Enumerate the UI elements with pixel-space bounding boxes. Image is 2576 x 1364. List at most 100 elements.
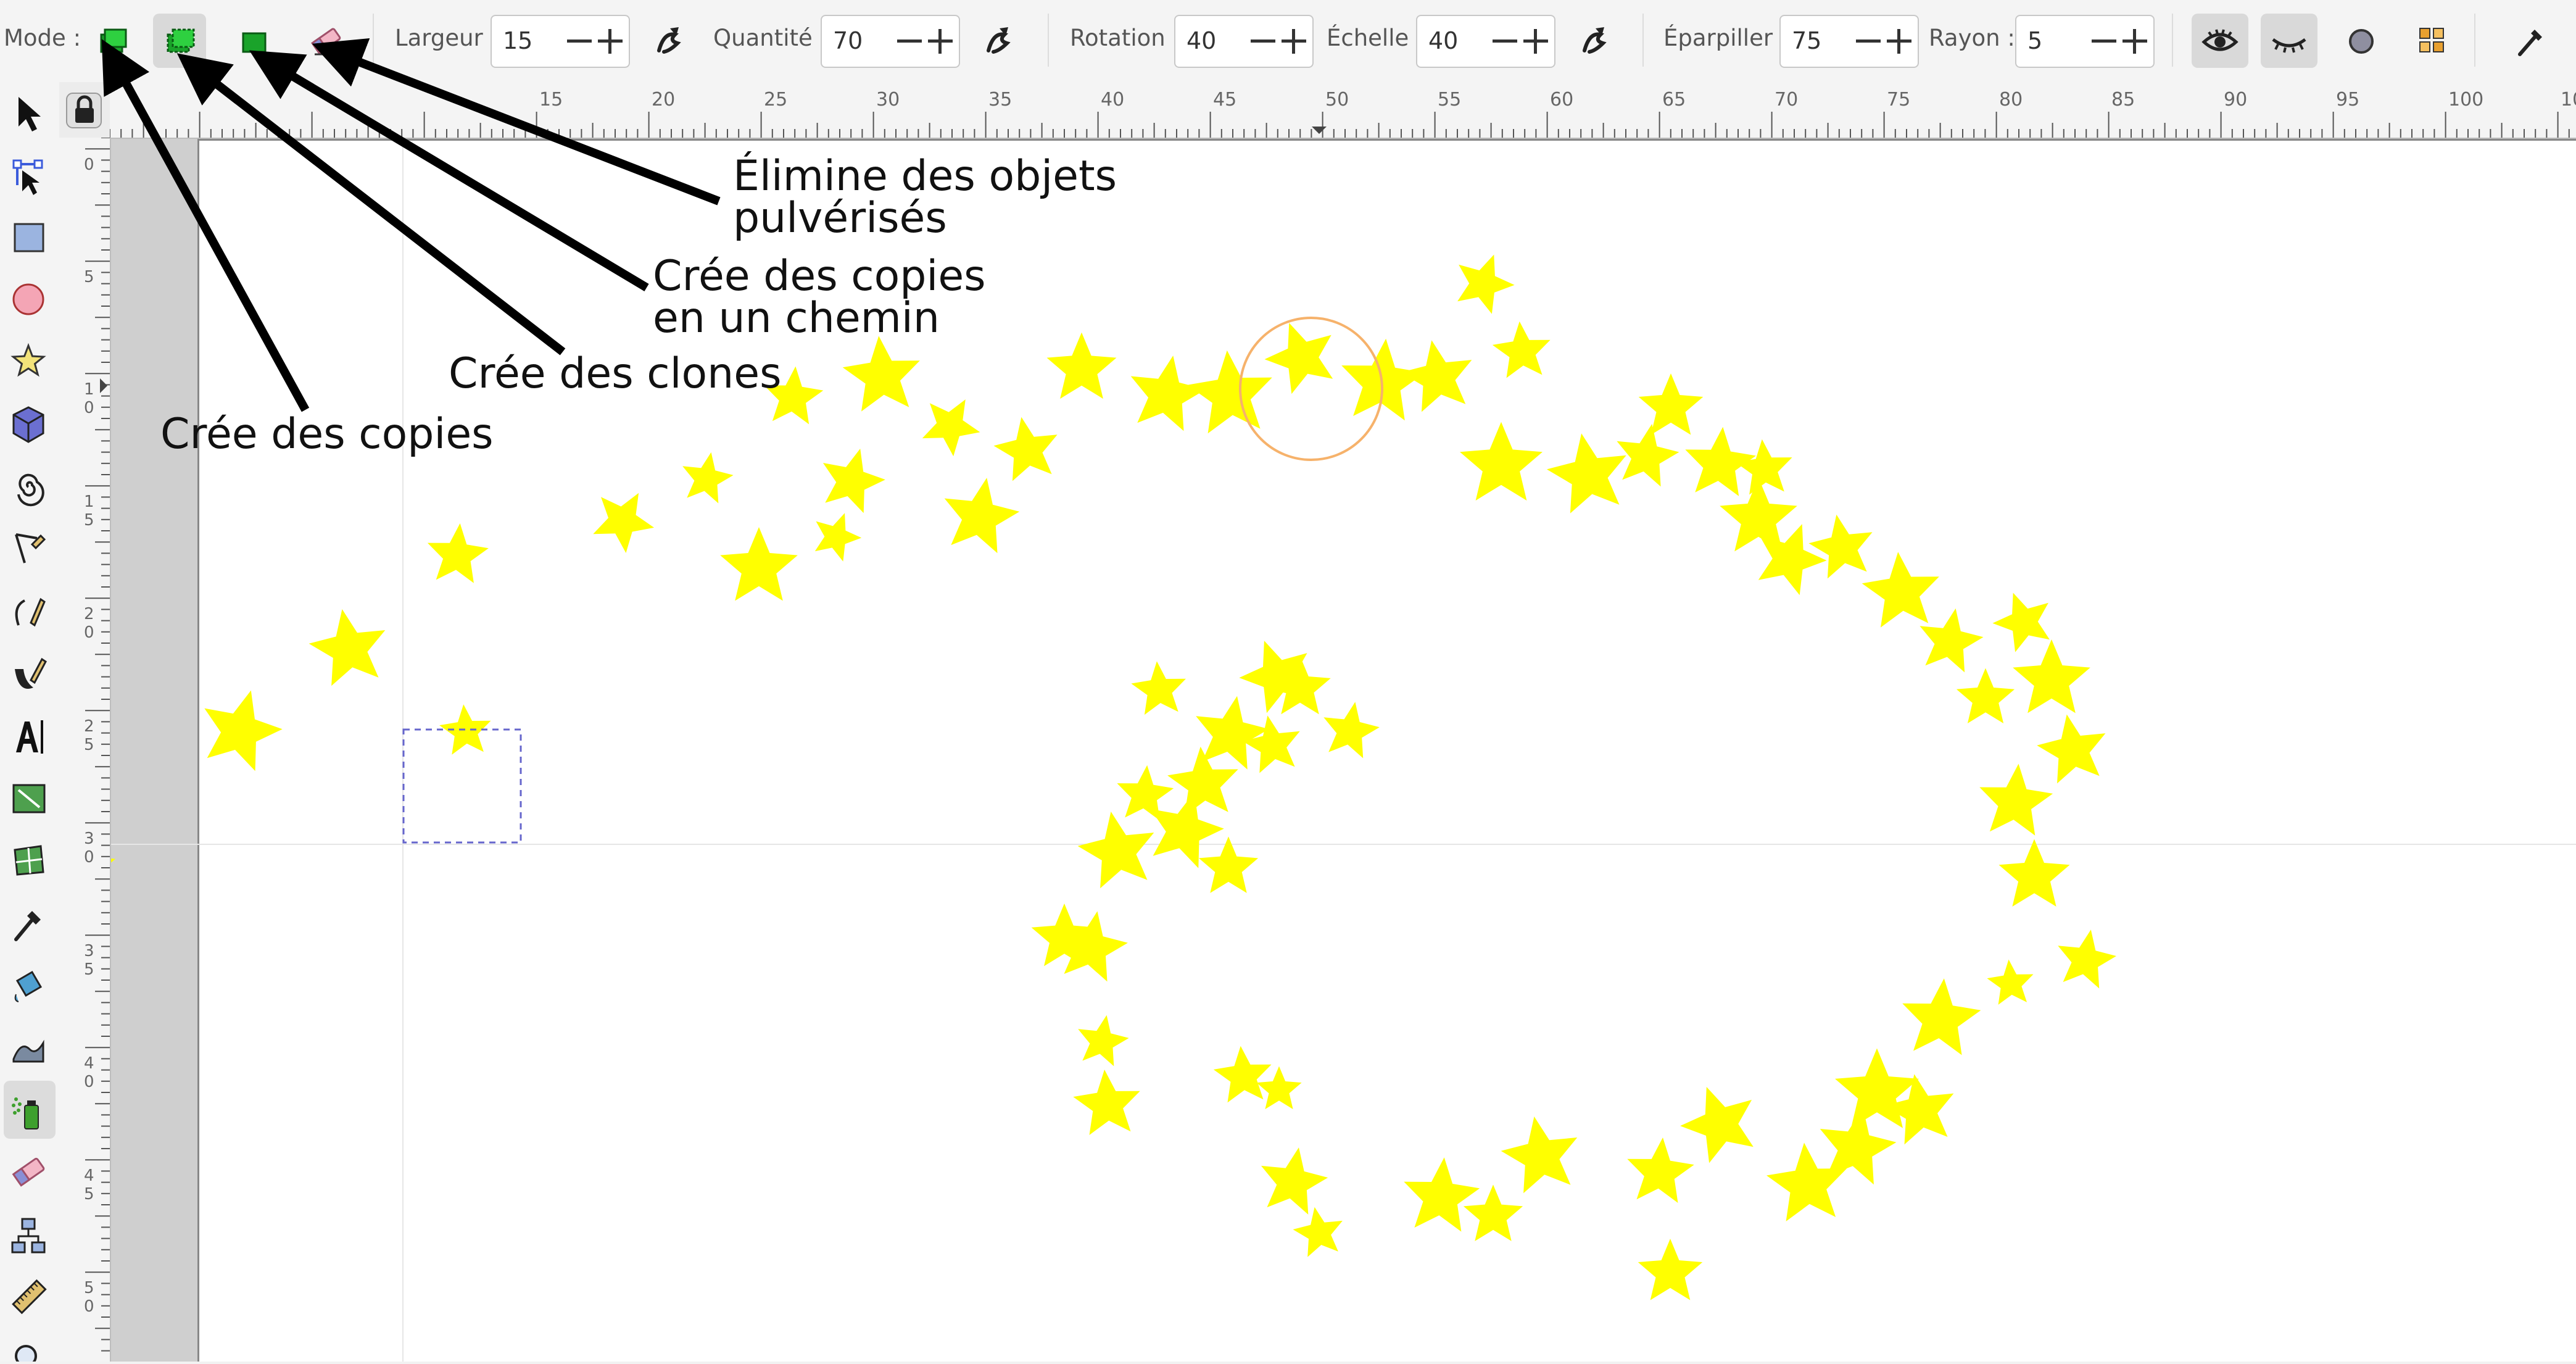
sprayed-star[interactable] xyxy=(2037,714,2106,784)
spiral-icon[interactable] xyxy=(17,473,44,507)
scale-pressure-toggle[interactable] xyxy=(1571,14,1620,68)
radius-increment-button[interactable] xyxy=(2123,29,2147,54)
sprayed-star[interactable] xyxy=(1073,1070,1140,1135)
sprayed-star[interactable] xyxy=(1187,350,1272,434)
sprayed-star[interactable] xyxy=(1735,439,1792,495)
sprayed-star[interactable] xyxy=(593,493,655,553)
vertical-ruler[interactable]: 05101520253035404550 xyxy=(59,138,111,1362)
sprayed-star[interactable] xyxy=(1638,373,1704,435)
rotation-decrement-button[interactable] xyxy=(1251,40,1275,43)
sprayed-star[interactable] xyxy=(1077,812,1154,889)
include-hidden-toggle[interactable] xyxy=(2261,14,2317,68)
scale-increment-button[interactable] xyxy=(1523,29,1548,54)
sprayed-star[interactable] xyxy=(1979,763,2053,836)
sprayed-star[interactable] xyxy=(1261,1147,1328,1215)
sprayed-star[interactable] xyxy=(1046,332,1117,399)
guide-lock-button[interactable] xyxy=(59,82,111,139)
amount-input[interactable] xyxy=(833,25,892,57)
rectangle-icon[interactable] xyxy=(14,223,44,252)
sprayed-star[interactable] xyxy=(2013,639,2090,713)
sprayed-star[interactable] xyxy=(1501,1117,1578,1194)
sprayed-star[interactable] xyxy=(720,527,798,601)
sprayed-star[interactable] xyxy=(1987,959,2034,1005)
connector-icon[interactable] xyxy=(11,1218,46,1254)
zoom-icon[interactable] xyxy=(15,1345,43,1364)
scatter-spinbox[interactable] xyxy=(1779,15,1919,68)
sprayed-star[interactable] xyxy=(1131,661,1186,715)
sprayed-star[interactable] xyxy=(842,336,920,412)
scale-spinbox[interactable] xyxy=(1416,15,1555,68)
amount-spinbox[interactable] xyxy=(821,15,960,68)
width-pressure-toggle[interactable] xyxy=(645,14,695,68)
sprayed-star[interactable] xyxy=(1401,340,1472,412)
drawing-canvas[interactable] xyxy=(111,139,2576,1362)
sprayed-star[interactable] xyxy=(1862,552,1939,628)
amount-decrement-button[interactable] xyxy=(897,40,922,43)
spray-icon[interactable] xyxy=(4,1081,56,1139)
sprayed-star[interactable] xyxy=(1638,1239,1703,1300)
gradient-icon[interactable] xyxy=(12,784,46,813)
sprayed-star[interactable] xyxy=(1196,696,1269,770)
width-decrement-button[interactable] xyxy=(567,40,592,43)
spray-copies-button[interactable] xyxy=(85,14,138,68)
include-visible-toggle[interactable] xyxy=(2192,14,2248,68)
measure-icon[interactable] xyxy=(12,1279,47,1315)
calligraphy-icon[interactable] xyxy=(15,657,47,689)
sprayed-star[interactable] xyxy=(1546,433,1626,514)
scale-input[interactable] xyxy=(1428,25,1487,57)
sprayed-star[interactable] xyxy=(682,452,734,504)
sprayed-star[interactable] xyxy=(1808,514,1873,579)
pencil-icon[interactable] xyxy=(15,533,46,563)
paint-bucket-icon[interactable] xyxy=(14,970,43,1002)
width-input[interactable] xyxy=(503,25,561,57)
sprayed-star[interactable] xyxy=(1213,1046,1272,1103)
spray-delete-button[interactable] xyxy=(300,14,353,68)
amount-increment-button[interactable] xyxy=(928,29,953,54)
sprayed-star[interactable] xyxy=(1680,1087,1754,1163)
sprayed-star[interactable] xyxy=(204,690,283,771)
eraser-icon[interactable] xyxy=(12,1157,45,1187)
sprayed-star[interactable] xyxy=(1457,254,1515,314)
sprayed-star[interactable] xyxy=(111,828,115,909)
box3d-icon[interactable] xyxy=(12,406,44,443)
sprayed-star[interactable] xyxy=(309,609,386,686)
sprayed-star[interactable] xyxy=(1404,1157,1480,1232)
spray-clones-button[interactable] xyxy=(153,14,206,68)
mesh-icon[interactable] xyxy=(14,845,44,876)
rotation-input[interactable] xyxy=(1187,25,1245,57)
amount-pressure-toggle[interactable] xyxy=(975,14,1024,68)
scatter-increment-button[interactable] xyxy=(1887,29,1911,54)
sprayed-star[interactable] xyxy=(1920,608,1984,673)
horizontal-ruler[interactable]: 15 20 25 30 35 40 45 50 55 60 65 70 75 80 85 90 95 100 10 xyxy=(110,82,2576,139)
radius-input[interactable] xyxy=(2027,25,2086,57)
sprayed-star[interactable] xyxy=(1198,836,1259,893)
ellipse-icon[interactable] xyxy=(12,283,44,315)
sprayed-star[interactable] xyxy=(1617,423,1679,487)
no-overlap-toggle[interactable] xyxy=(2335,14,2388,68)
sprayed-star[interactable] xyxy=(1998,839,2070,907)
sprayed-star[interactable] xyxy=(814,513,862,562)
sprayed-star[interactable] xyxy=(1243,715,1300,773)
sprayed-star[interactable] xyxy=(1323,702,1380,759)
sprayed-star[interactable] xyxy=(1078,1015,1129,1067)
sprayed-star[interactable] xyxy=(1341,338,1425,421)
sprayed-star[interactable] xyxy=(1766,1142,1847,1221)
sprayed-star[interactable] xyxy=(1460,422,1543,501)
sprayed-star[interactable] xyxy=(1627,1137,1694,1203)
sprayed-star[interactable] xyxy=(1130,356,1206,431)
dropper-icon[interactable] xyxy=(14,911,41,941)
spray-single-path-button[interactable] xyxy=(227,14,280,68)
rotation-increment-button[interactable] xyxy=(1282,29,1306,54)
sprayed-star[interactable] xyxy=(1492,321,1551,378)
width-increment-button[interactable] xyxy=(598,29,623,54)
sprayed-star[interactable] xyxy=(922,399,980,457)
rotation-spinbox[interactable] xyxy=(1174,15,1314,68)
sprayed-star[interactable] xyxy=(1956,668,2015,724)
radius-decrement-button[interactable] xyxy=(2092,40,2116,43)
sprayed-star[interactable] xyxy=(944,478,1020,554)
width-spinbox[interactable] xyxy=(491,15,630,68)
text-icon[interactable] xyxy=(16,720,43,754)
radius-spinbox[interactable] xyxy=(2015,15,2155,68)
sprayed-star[interactable] xyxy=(1264,323,1333,394)
pick-color-toggle[interactable] xyxy=(2405,14,2458,68)
